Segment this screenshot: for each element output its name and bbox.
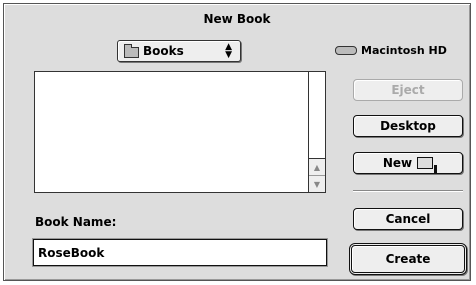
hard-disk-icon xyxy=(335,46,357,55)
book-name-label: Book Name: xyxy=(35,215,117,229)
desktop-button-label: Desktop xyxy=(380,119,436,133)
folder-icon xyxy=(124,43,139,58)
volume-label: Macintosh HD xyxy=(361,44,447,57)
desktop-button[interactable]: Desktop xyxy=(353,115,463,137)
cancel-button[interactable]: Cancel xyxy=(353,208,463,230)
vertical-scrollbar[interactable]: ▲ ▼ xyxy=(308,72,325,192)
eject-button-label: Eject xyxy=(391,83,425,97)
create-button-label: Create xyxy=(385,252,431,266)
location-popup-value: Books xyxy=(143,44,184,58)
scroll-up-arrow-icon[interactable]: ▲ xyxy=(309,158,325,176)
new-book-dialog: New Book Books ▲ ▼ Macintosh HD ▲ ▼ Eject… xyxy=(3,3,471,281)
eject-button[interactable]: Eject xyxy=(353,79,463,101)
new-folder-icon xyxy=(417,157,438,173)
file-list[interactable]: ▲ ▼ xyxy=(34,71,326,193)
book-name-field[interactable]: RoseBook xyxy=(33,239,327,266)
dialog-title: New Book xyxy=(203,12,271,26)
location-popup-label-group: Books xyxy=(124,43,184,58)
create-button[interactable]: Create xyxy=(349,243,467,275)
scroll-down-arrow-icon[interactable]: ▼ xyxy=(309,176,325,192)
cancel-button-label: Cancel xyxy=(385,212,431,226)
book-name-value: RoseBook xyxy=(38,245,105,260)
new-folder-button-label: New xyxy=(382,156,413,170)
button-divider xyxy=(353,190,463,192)
up-down-arrows-icon: ▲ ▼ xyxy=(225,42,232,60)
location-popup[interactable]: Books ▲ ▼ xyxy=(117,40,241,62)
new-folder-button[interactable]: New xyxy=(353,152,463,174)
volume-indicator: Macintosh HD xyxy=(335,44,447,57)
